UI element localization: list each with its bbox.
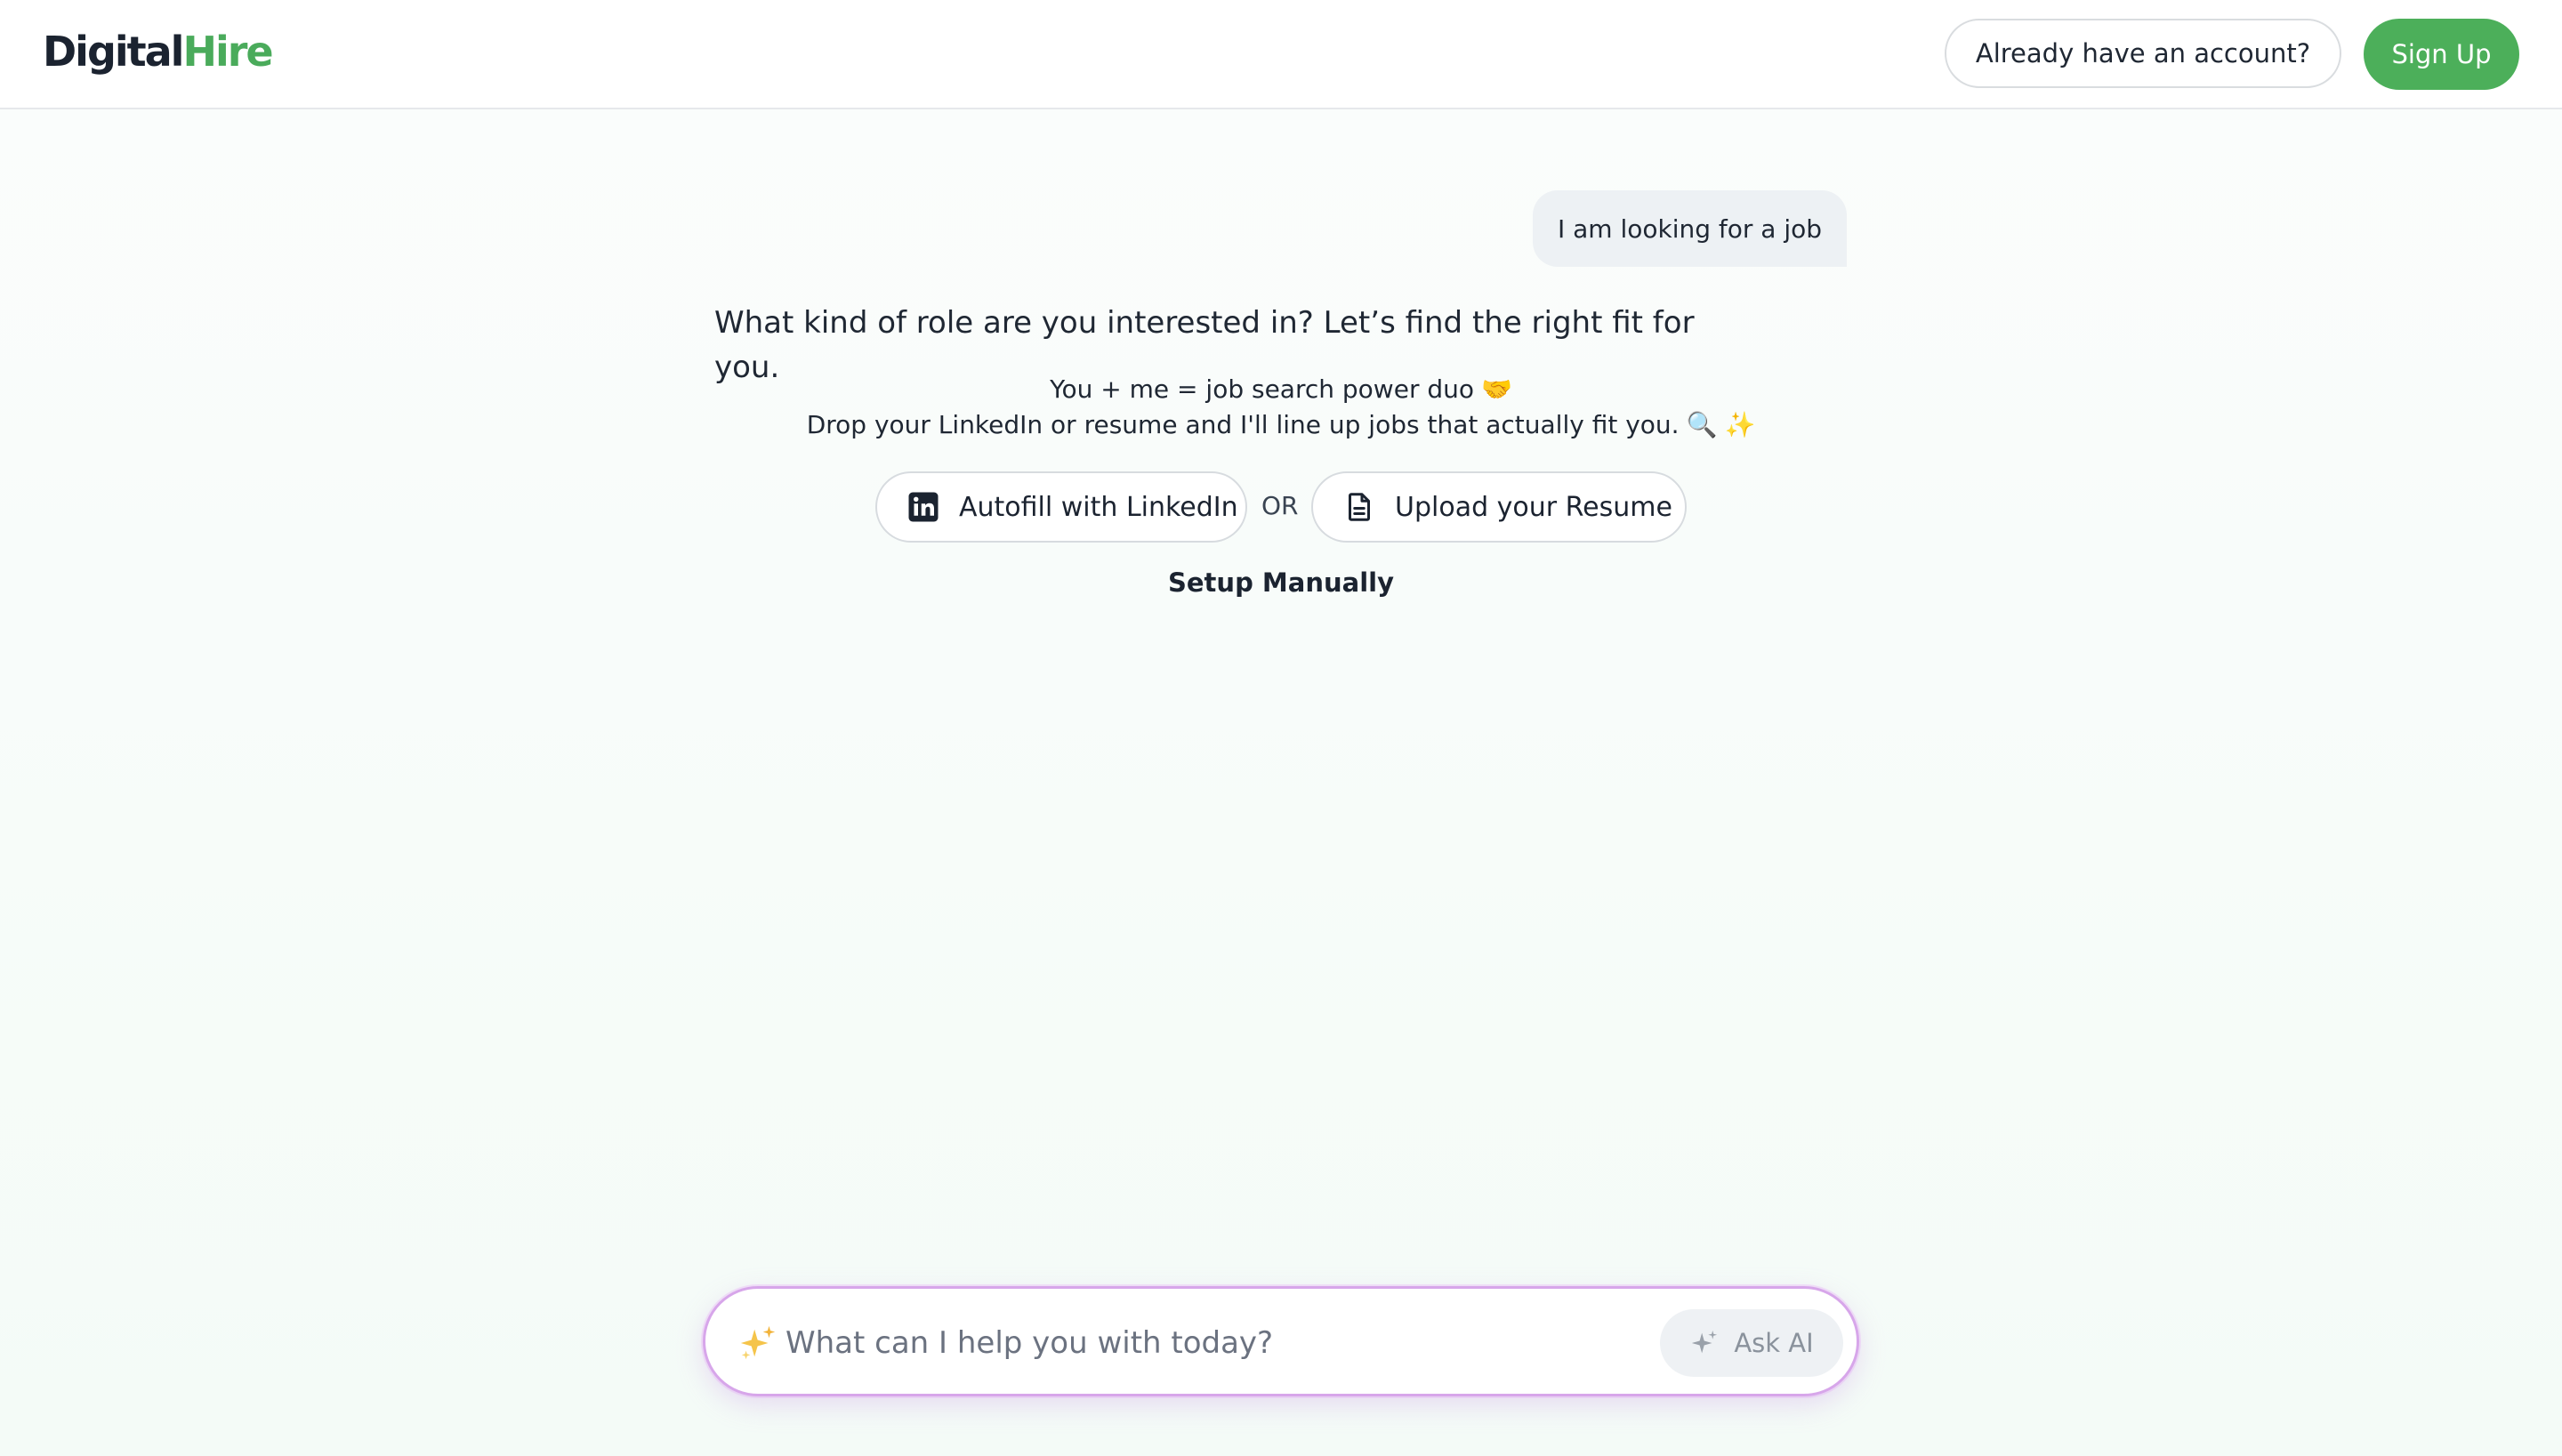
autofill-linkedin-label: Autofill with LinkedIn	[959, 491, 1238, 523]
upload-resume-label: Upload your Resume	[1395, 491, 1672, 523]
upload-resume-button[interactable]: Upload your Resume	[1311, 471, 1687, 543]
ask-ai-input[interactable]	[784, 1310, 1641, 1376]
logo-text-hire: Hire	[182, 28, 273, 76]
ask-ai-button[interactable]: Ask AI	[1660, 1309, 1843, 1377]
assistant-line-1-text: You + me = job search power duo	[1050, 374, 1474, 404]
digitalhire-logo[interactable]: DigitalHire	[43, 25, 274, 78]
magnifier-emoji-icon: 🔍	[1686, 410, 1718, 439]
ask-ai-button-label: Ask AI	[1734, 1328, 1814, 1358]
assistant-line-2-text: Drop your LinkedIn or resume and I'll li…	[806, 410, 1680, 439]
ask-ai-bar: Ask AI	[703, 1286, 1859, 1396]
linkedin-icon	[908, 492, 939, 522]
document-icon	[1349, 493, 1370, 521]
user-message-bubble: I am looking for a job	[1533, 190, 1847, 267]
handshake-emoji-icon: 🤝	[1481, 374, 1512, 404]
or-divider-label: OR	[1261, 491, 1299, 520]
sparkle-icon	[740, 1325, 776, 1360]
autofill-linkedin-button[interactable]: Autofill with LinkedIn	[875, 471, 1247, 543]
ask-ai-sparkle-icon	[1692, 1330, 1718, 1354]
sparkle-emoji-icon: ✨	[1724, 410, 1756, 439]
assistant-line-1: You + me = job search power duo 🤝	[0, 372, 2562, 407]
assistant-line-2: Drop your LinkedIn or resume and I'll li…	[0, 407, 2562, 443]
already-have-account-button[interactable]: Already have an account?	[1945, 19, 2341, 88]
sign-up-button[interactable]: Sign Up	[2364, 19, 2519, 90]
setup-manually-link[interactable]: Setup Manually	[0, 567, 2562, 598]
logo-text-digital: Digital	[43, 28, 184, 76]
top-header: DigitalHire Already have an account? Sig…	[0, 0, 2562, 109]
